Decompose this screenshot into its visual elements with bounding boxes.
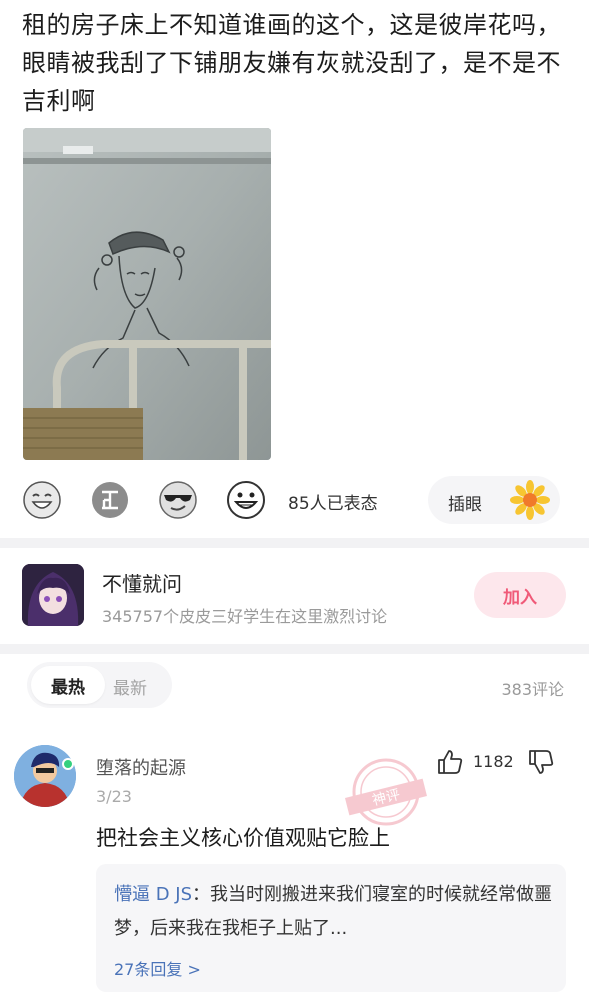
reaction-count: 85人已表态 xyxy=(288,494,378,514)
reply-username[interactable]: 懵逼 D JS xyxy=(114,884,192,905)
bookmark-chip-label: 插眼 xyxy=(448,495,482,515)
reply-separator: ： xyxy=(192,884,211,905)
god-comment-stamp: 神评 xyxy=(345,758,427,826)
zheng-badge-icon[interactable] xyxy=(90,480,130,520)
reply-preview[interactable]: 懵逼 D JS：我当时刚搬进来我们寝室的时候就经常做噩梦，后来我在我柜子上贴了.… xyxy=(96,864,566,992)
commenter-name[interactable]: 堕落的起源 xyxy=(96,754,186,780)
comment-text: 把社会主义核心价值观贴它脸上 xyxy=(96,826,390,850)
laughing-emoji-icon[interactable] xyxy=(22,480,62,520)
commenter-avatar[interactable] xyxy=(14,745,76,807)
section-divider xyxy=(0,538,589,548)
reaction-bar: 85人已表态 插眼 xyxy=(20,474,580,526)
view-replies-link[interactable]: 27条回复 > xyxy=(114,956,201,980)
reply-preview-text: 懵逼 D JS：我当时刚搬进来我们寝室的时候就经常做噩梦，后来我在我柜子上贴了.… xyxy=(114,878,554,946)
flower-icon xyxy=(510,480,550,520)
group-description: 345757个皮皮三好学生在这里激烈讨论 xyxy=(102,607,388,626)
post-image[interactable] xyxy=(23,128,271,460)
group-name: 不懂就问 xyxy=(102,572,182,596)
comment-count: 383评论 xyxy=(501,680,564,699)
like-count: 1182 xyxy=(473,752,514,771)
svg-text:神评: 神评 xyxy=(371,787,402,809)
bookmark-chip[interactable]: 插眼 xyxy=(428,476,560,524)
sunglasses-emoji-icon[interactable] xyxy=(158,480,198,520)
comment-sort-tabs: 最热 最新 xyxy=(27,662,172,708)
grinning-emoji-icon[interactable] xyxy=(226,480,266,520)
section-divider xyxy=(0,644,589,654)
join-button[interactable]: 加入 xyxy=(474,572,566,618)
tab-newest[interactable]: 最新 xyxy=(113,674,147,699)
thumbs-down-icon[interactable] xyxy=(527,748,555,776)
wall-drawing-photo xyxy=(23,128,271,460)
post-text: 租的房子床上不知道谁画的这个，这是彼岸花吗，眼睛被我刮了下铺朋友嫌有灰就没刮了，… xyxy=(22,11,561,115)
comment-date: 3/23 xyxy=(96,787,132,806)
thumbs-up-icon[interactable] xyxy=(436,748,464,776)
tab-hottest[interactable]: 最热 xyxy=(31,666,105,704)
topic-group-card[interactable]: 不懂就问 345757个皮皮三好学生在这里激烈讨论 加入 xyxy=(0,548,589,644)
online-status-dot xyxy=(62,758,74,770)
group-avatar xyxy=(22,564,84,626)
